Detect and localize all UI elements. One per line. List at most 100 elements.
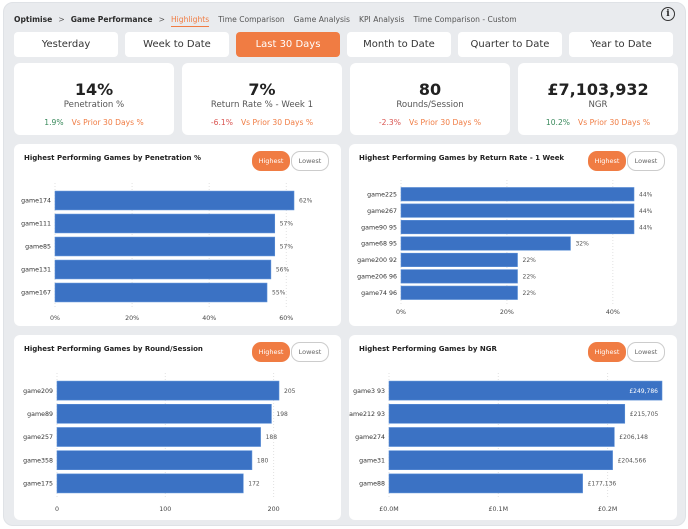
bar [54, 213, 276, 234]
x-tick-label: 60% [279, 315, 293, 322]
x-tick-label: 0% [50, 315, 60, 322]
data-label: 62% [299, 198, 313, 205]
x-tick-label: 0% [396, 309, 406, 316]
highest-button[interactable]: Highest [252, 151, 290, 171]
data-label: 172 [248, 481, 260, 488]
category-label: game274 [355, 434, 385, 441]
kpi-compare-label: Vs Prior 30 Days % [240, 118, 314, 127]
category-label: game206 96 [357, 274, 397, 281]
x-tick-label: £0.1M [489, 506, 508, 513]
bar [54, 259, 272, 280]
chart-title: Highest Performing Games by Round/Sessio… [24, 345, 203, 353]
period-week-to-date[interactable]: Week to Date [125, 32, 229, 57]
highest-lowest-toggle: Highest Lowest [252, 151, 329, 171]
category-label: game212 93 [349, 411, 385, 418]
lowest-button[interactable]: Lowest [627, 342, 665, 362]
chart-title: Highest Performing Games by Return Rate … [359, 154, 565, 162]
data-label: 55% [272, 290, 286, 297]
lowest-button[interactable]: Lowest [627, 151, 665, 171]
kpi-label: Rounds/Session [396, 100, 464, 110]
kpi-label: Penetration % [63, 100, 125, 110]
data-label: 57% [280, 244, 294, 251]
category-label: game90 95 [361, 224, 397, 231]
bar [388, 380, 663, 401]
bar [54, 236, 276, 257]
panel-ngr: £0.0M £0.1M £0.2M game3 93 £249,786 game212 9… [349, 335, 677, 520]
highest-button[interactable]: Highest [588, 342, 626, 362]
kpi-change: 10.2% Vs Prior 30 Days % [518, 118, 678, 127]
chart-return-rate: 0% 20% 40% game225 44% game267 44% game90 95 44%… [357, 180, 653, 316]
kpi-compare-label: Vs Prior 30 Days % [408, 118, 482, 127]
chart-title: Highest Performing Games by NGR [359, 345, 497, 353]
kpi-delta: 10.2% [545, 118, 571, 127]
bar [400, 285, 518, 300]
chart-rounds-session: 0 100 200 game209 205 game89 198 game257 188 game… [23, 373, 296, 513]
category-label: game175 [23, 481, 53, 488]
period-year-to-date[interactable]: Year to Date [569, 32, 673, 57]
tab-time-comparison[interactable]: Time Comparison [218, 15, 284, 24]
panel-penetration: 0% 20% 40% 60% game174 62% game111 57% game85 57%… [14, 144, 341, 326]
bar [56, 450, 253, 471]
data-label: £215,705 [630, 411, 659, 418]
category-label: game89 [27, 411, 53, 418]
bar [400, 236, 571, 251]
bar [388, 450, 613, 471]
category-label: game31 [359, 457, 385, 464]
data-label: 56% [276, 267, 290, 274]
category-label: game200 92 [357, 257, 397, 264]
x-tick-label: 40% [202, 315, 216, 322]
bar [400, 269, 518, 284]
period-quarter-to-date[interactable]: Quarter to Date [458, 32, 562, 57]
data-label: £177,136 [588, 481, 617, 488]
kpi-card-penetration: 14% Penetration % 1.9% Vs Prior 30 Days % [14, 63, 174, 135]
data-label: 32% [575, 241, 589, 248]
kpi-card-rounds-session: 80 Rounds/Session -2.3% Vs Prior 30 Days … [350, 63, 510, 135]
period-yesterday[interactable]: Yesterday [14, 32, 118, 57]
bar [388, 403, 626, 424]
data-label: 44% [639, 191, 653, 198]
data-label: 22% [523, 274, 537, 281]
category-label: game131 [21, 267, 51, 274]
kpi-change: -6.1% Vs Prior 30 Days % [182, 118, 342, 127]
data-label: 44% [639, 208, 653, 215]
bar [56, 380, 280, 401]
kpi-value: 7% [248, 80, 276, 99]
period-month-to-date[interactable]: Month to Date [347, 32, 451, 57]
highest-lowest-toggle: Highest Lowest [588, 151, 665, 171]
lowest-button[interactable]: Lowest [291, 151, 329, 171]
highest-button[interactable]: Highest [252, 342, 290, 362]
data-label: 44% [639, 224, 653, 231]
lowest-button[interactable]: Lowest [291, 342, 329, 362]
tab-time-comparison-custom[interactable]: Time Comparison - Custom [413, 15, 516, 24]
highest-button[interactable]: Highest [588, 151, 626, 171]
data-label: 205 [284, 388, 296, 395]
chart-ngr: £0.0M £0.1M £0.2M game3 93 £249,786 game212 9… [349, 373, 663, 513]
breadcrumb-game-performance[interactable]: Game Performance [71, 15, 153, 24]
category-label: game174 [21, 198, 51, 205]
tab-kpi-analysis[interactable]: KPI Analysis [359, 15, 405, 24]
kpi-value: 14% [74, 80, 114, 99]
kpi-label: NGR [588, 100, 608, 110]
tab-game-analysis[interactable]: Game Analysis [294, 15, 350, 24]
data-label: 22% [523, 257, 537, 264]
breadcrumb-optimise[interactable]: Optimise [14, 15, 52, 24]
x-tick-label: 100 [159, 506, 171, 513]
data-label: 198 [276, 411, 288, 418]
x-tick-label: 20% [125, 315, 139, 322]
bar [56, 427, 261, 447]
bar [388, 473, 583, 494]
category-label: game257 [23, 434, 53, 441]
x-tick-label: 0 [55, 506, 59, 513]
kpi-value: £7,103,932 [547, 80, 649, 99]
category-label: game225 [367, 191, 397, 198]
x-tick-label: 200 [268, 506, 280, 513]
panel-return-rate: 0% 20% 40% game225 44% game267 44% game90 95 44%… [349, 144, 677, 326]
dashboard-frame: Optimise > Game Performance > Highlights… [3, 2, 686, 526]
kpi-delta: 1.9% [44, 118, 64, 127]
category-label: game111 [21, 221, 51, 228]
bar [388, 427, 615, 447]
tab-highlights[interactable]: Highlights [170, 15, 210, 27]
info-icon[interactable]: i [661, 7, 675, 21]
highest-lowest-toggle: Highest Lowest [588, 342, 665, 362]
period-last-30-days[interactable]: Last 30 Days [236, 32, 340, 57]
